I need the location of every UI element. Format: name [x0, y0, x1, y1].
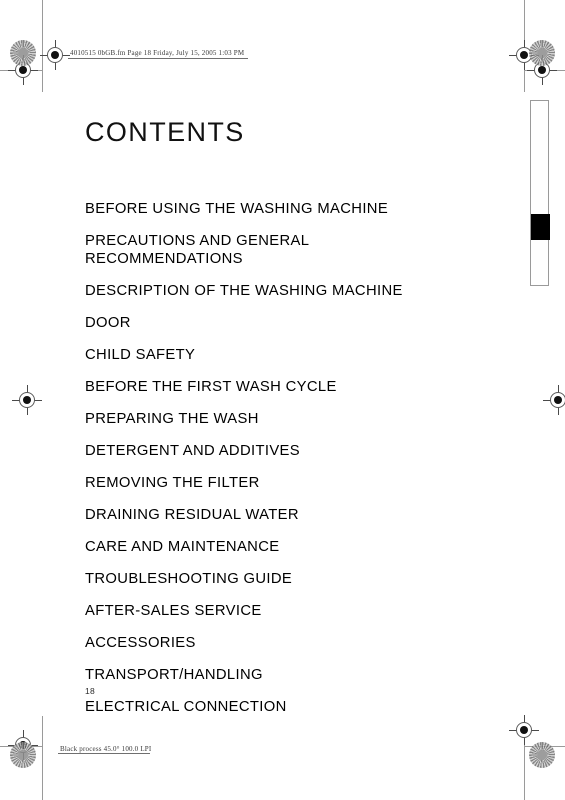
toc-entry[interactable]: PRECAUTIONS AND GENERAL RECOMMENDATIONS [85, 232, 485, 268]
toc-entry[interactable]: PREPARING THE WASH [85, 410, 485, 428]
toc-entry[interactable]: DESCRIPTION OF THE WASHING MACHINE [85, 282, 485, 300]
header-slug-text: 4010515 0bGB.fm Page 18 Friday, July 15,… [70, 49, 245, 57]
footer-slug-rule [58, 753, 150, 754]
toc-entry[interactable]: CARE AND MAINTENANCE [85, 538, 485, 556]
toc-entry[interactable]: DOOR [85, 314, 485, 332]
toc-entry[interactable]: DETERGENT AND ADDITIVES [85, 442, 485, 460]
header-slug-rule [68, 58, 248, 59]
toc-entry[interactable]: BEFORE USING THE WASHING MACHINE [85, 200, 485, 218]
toc-entry[interactable]: REMOVING THE FILTER [85, 474, 485, 492]
halftone-density-patch-icon-top-right [529, 40, 555, 66]
toc-entry[interactable]: BEFORE THE FIRST WASH CYCLE [85, 378, 485, 396]
registration-target-icon-top-left [40, 40, 70, 70]
thumb-index-marker [531, 214, 550, 240]
trim-line-left-lower [42, 716, 43, 800]
toc-entry[interactable]: DRAINING RESIDUAL WATER [85, 506, 485, 524]
toc-entry[interactable]: TROUBLESHOOTING GUIDE [85, 570, 485, 588]
toc-entry[interactable]: AFTER-SALES SERVICE [85, 602, 485, 620]
halftone-density-patch-icon-bottom-left [10, 742, 36, 768]
registration-target-icon-mid-left [12, 385, 42, 415]
contents-section: CONTENTS BEFORE USING THE WASHING MACHIN… [85, 117, 485, 730]
toc-entry[interactable]: ELECTRICAL CONNECTION [85, 698, 485, 716]
table-of-contents-list: BEFORE USING THE WASHING MACHINE PRECAUT… [85, 200, 485, 717]
registration-target-icon-mid-right [543, 385, 565, 415]
toc-entry[interactable]: ACCESSORIES [85, 634, 485, 652]
toc-entry[interactable]: CHILD SAFETY [85, 346, 485, 364]
halftone-density-patch-icon-top-left [10, 40, 36, 66]
registration-target-icon-bottom-right [509, 715, 539, 745]
page-number: 18 [85, 686, 96, 696]
footer-slug-text: Black process 45.0° 100.0 LPI [60, 745, 152, 753]
page-title: CONTENTS [85, 117, 245, 147]
printed-page: 4010515 0bGB.fm Page 18 Friday, July 15,… [0, 0, 565, 800]
toc-entry[interactable]: TRANSPORT/HANDLING [85, 666, 485, 684]
thumb-index-bar [530, 100, 550, 286]
halftone-density-patch-icon-bottom-right [529, 742, 555, 768]
